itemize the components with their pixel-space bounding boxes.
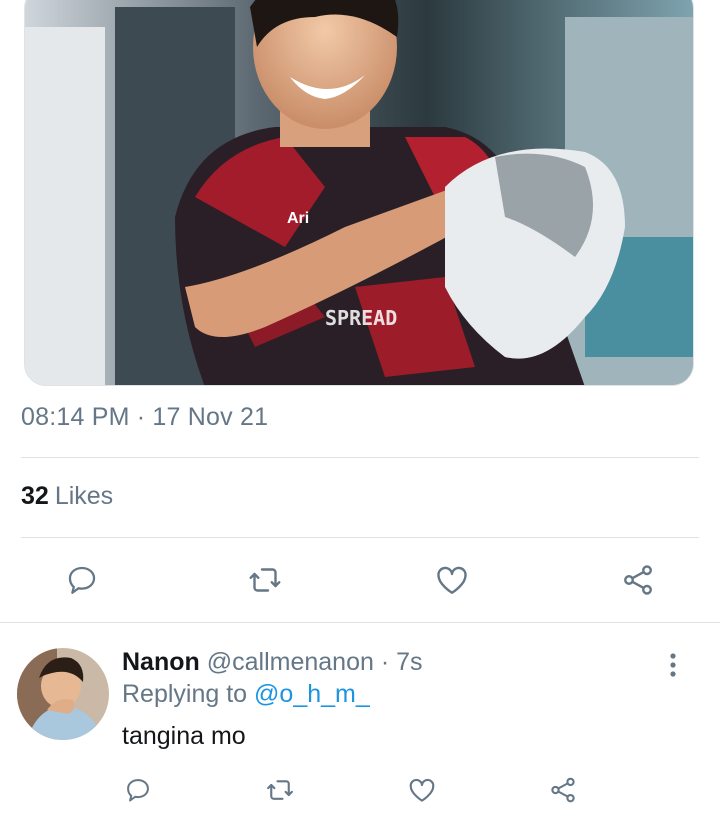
like-icon: [437, 566, 467, 594]
replying-to-label: Replying to: [122, 680, 248, 708]
likes-label: Likes: [54, 482, 114, 510]
reply-button[interactable]: [60, 560, 104, 600]
retweet-button[interactable]: [262, 772, 298, 808]
reply-button[interactable]: [120, 772, 156, 808]
divider: [21, 537, 699, 538]
retweet-icon: [249, 568, 281, 592]
share-icon: [624, 565, 652, 595]
like-button[interactable]: [404, 772, 440, 808]
separator-dot: ·: [380, 648, 390, 676]
share-button[interactable]: [545, 772, 581, 808]
share-button[interactable]: [616, 560, 660, 600]
reply-time: 7s: [396, 648, 423, 676]
divider: [0, 622, 720, 623]
avatar[interactable]: [17, 648, 109, 740]
tweet-photo[interactable]: Ari SPREAD: [24, 0, 694, 386]
likes-count: 32: [21, 482, 49, 510]
like-button[interactable]: [430, 560, 474, 600]
reply-text: tangina mo: [122, 722, 246, 750]
reply-author-handle[interactable]: @callmenanon: [207, 648, 374, 676]
retweet-icon: [267, 780, 293, 800]
more-options-button[interactable]: [660, 650, 686, 680]
likes-stat[interactable]: 32 Likes: [21, 482, 113, 511]
shirt-print-text: SPREAD: [325, 306, 397, 330]
retweet-button[interactable]: [243, 560, 287, 600]
share-icon: [551, 777, 575, 803]
reply-icon: [68, 566, 96, 594]
replying-to: Replying to @o_h_m_: [122, 680, 370, 709]
divider: [21, 457, 699, 458]
like-icon: [409, 778, 435, 802]
shirt-brand-text: Ari: [287, 210, 309, 227]
reply-icon: [127, 779, 149, 802]
more-vertical-icon: [670, 653, 676, 677]
tweet-timestamp: 08:14 PM · 17 Nov 21: [21, 403, 269, 431]
replying-to-mention[interactable]: @o_h_m_: [254, 680, 370, 708]
reply-author-name[interactable]: Nanon: [122, 648, 200, 676]
reply-header: Nanon @callmenanon · 7s: [122, 648, 423, 677]
